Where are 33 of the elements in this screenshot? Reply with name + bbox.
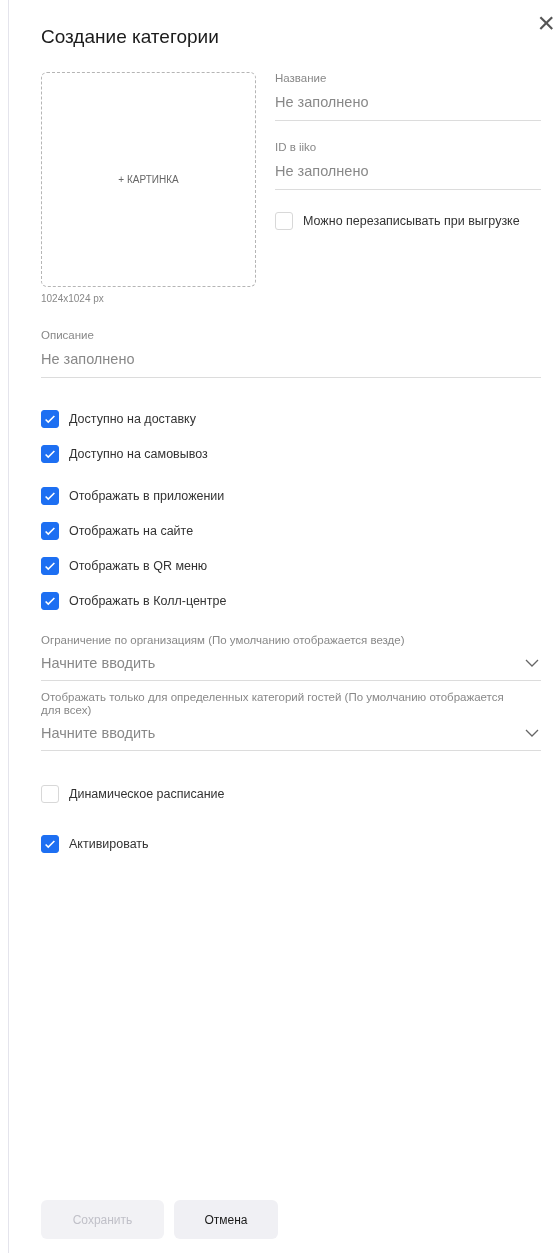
image-size-hint: 1024x1024 px: [41, 293, 105, 304]
checkbox-label: Доступно на самовывоз: [69, 447, 208, 461]
checkbox-label: Отображать в QR меню: [69, 559, 208, 573]
checkbox-label: Динамическое расписание: [69, 787, 225, 801]
checkbox-label: Доступно на доставку: [69, 412, 196, 426]
cancel-button[interactable]: Отмена: [174, 1200, 278, 1239]
checkbox-label: Можно перезаписывать при выгрузке: [303, 214, 520, 228]
checkbox-label: Отображать в приложении: [69, 489, 225, 503]
checkbox[interactable]: [41, 410, 59, 428]
dialog-title: Создание категории: [41, 26, 219, 48]
checkbox[interactable]: [41, 835, 59, 853]
image-upload-area[interactable]: + КАРТИНКА: [41, 72, 256, 287]
field-label: Описание: [41, 329, 95, 342]
text-field[interactable]: Не заполнено: [275, 154, 541, 190]
select-field[interactable]: Начните вводить: [41, 647, 541, 681]
checkbox-label: Отображать на сайте: [69, 524, 194, 538]
checkbox-label: Отображать в Колл-центре: [69, 594, 227, 608]
field-label: Отображать только для определенных категорий гостей (По умолчанию отображается для всех): [41, 691, 505, 717]
select-field[interactable]: Начните вводить: [41, 717, 541, 751]
chevron-down-icon: [525, 659, 539, 667]
checkbox[interactable]: [41, 592, 59, 610]
text-field[interactable]: Не заполнено: [41, 342, 541, 378]
checkbox[interactable]: [41, 557, 59, 575]
checkbox[interactable]: [41, 445, 59, 463]
text-field[interactable]: Не заполнено: [275, 85, 541, 121]
chevron-down-icon: [525, 729, 539, 737]
field-label: Название: [275, 72, 328, 85]
checkbox[interactable]: [41, 487, 59, 505]
checkbox-label: Активировать: [69, 837, 149, 851]
field-label: ID в iiko: [275, 141, 318, 154]
checkbox[interactable]: [41, 522, 59, 540]
field-label: Ограничение по организациям (По умолчанию отображается везде): [41, 634, 406, 647]
close-button[interactable]: ×: [537, 8, 555, 38]
